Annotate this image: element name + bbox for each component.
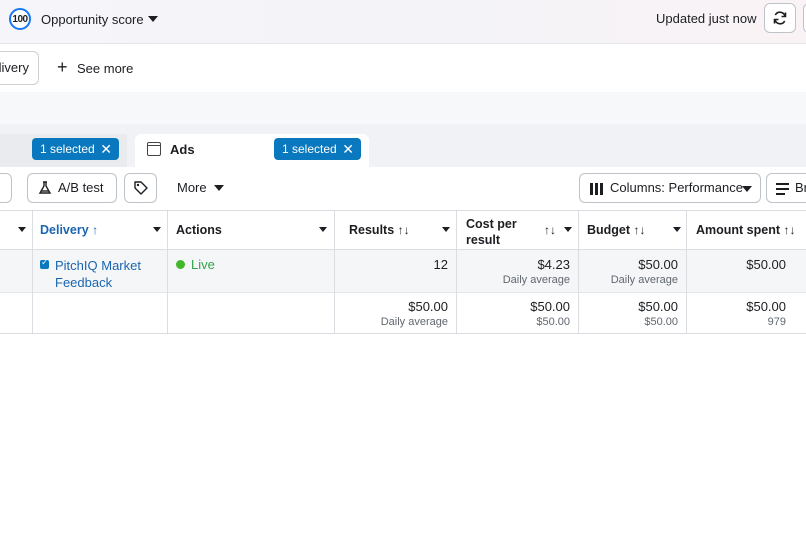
ads-icon [147, 142, 161, 156]
close-icon[interactable]: ✕ [342, 138, 354, 160]
chevron-down-icon[interactable] [442, 227, 450, 232]
chevron-down-icon[interactable] [153, 227, 161, 232]
budget-subtext: Daily average [610, 274, 678, 286]
flask-icon [38, 181, 52, 194]
ab-test-button[interactable]: A/B test [27, 173, 117, 203]
toolbar: A/B test More Columns: Performance Br [0, 167, 806, 210]
col-cost-label-2: result [466, 233, 501, 247]
sort-icon: ↑↓ [783, 223, 796, 237]
cost-value: $4.23 [537, 257, 570, 272]
column-divider [578, 210, 579, 334]
opportunity-score-label[interactable]: Opportunity score [41, 12, 144, 27]
ad-name-link[interactable]: PitchIQ Market Feedback [55, 257, 141, 291]
total-budget-value: $50.00 [638, 299, 678, 314]
column-divider [334, 210, 335, 334]
amount-spent-value: $50.00 [746, 257, 786, 272]
tab-ads-label: Ads [170, 142, 195, 157]
breakdown-icon [776, 183, 789, 195]
ad-name-line-1: PitchIQ Market [55, 258, 141, 273]
delivery-filter-chip[interactable]: livery [0, 51, 39, 85]
breakdown-label: Br [795, 180, 806, 195]
column-divider [32, 210, 33, 334]
results-value: 12 [433, 257, 448, 272]
col-cost-per-result[interactable]: Cost per result [466, 216, 517, 254]
total-cost-value: $50.00 [530, 299, 570, 314]
total-spent-value: $50.00 [746, 299, 786, 314]
total-budget-subtext: $50.00 [644, 316, 678, 328]
chevron-down-icon[interactable] [564, 227, 572, 232]
col-budget-label: Budget [587, 223, 631, 237]
top-bar: 100 Opportunity score Updated just now [0, 0, 806, 44]
column-divider [686, 210, 687, 334]
chevron-down-icon[interactable] [148, 16, 158, 22]
edit-button[interactable] [0, 173, 12, 203]
sort-ascending-icon: ↑ [92, 223, 99, 237]
see-more-label: See more [77, 61, 134, 76]
cost-subtext: Daily average [502, 274, 570, 286]
updated-status: Updated just now [656, 11, 757, 26]
opportunity-score-icon[interactable]: 100 [9, 8, 31, 30]
col-delivery-label: Delivery [40, 223, 89, 237]
more-button[interactable]: More [177, 180, 224, 195]
status-badge: Live [191, 257, 215, 272]
column-divider [456, 210, 457, 334]
columns-label: Columns: Performance [610, 180, 743, 195]
tag-icon [134, 181, 148, 195]
sort-icon[interactable]: ↑↓ [544, 223, 556, 237]
ad-sets-selected-pill[interactable]: 1 selected ✕ [32, 138, 119, 160]
row-checkbox[interactable]: ✓ [40, 257, 49, 269]
total-results-subtext: Daily average [380, 316, 448, 328]
chevron-down-icon[interactable] [18, 227, 26, 232]
sort-icon: ↑↓ [397, 223, 410, 237]
more-label: More [177, 180, 207, 195]
total-results-value: $50.00 [408, 299, 448, 314]
selected-count: 1 selected [40, 142, 95, 156]
ad-name-line-2: Feedback [55, 275, 113, 290]
ab-test-label: A/B test [58, 180, 104, 195]
plus-icon: + [57, 57, 68, 77]
col-amount-spent-label: Amount spent [696, 223, 781, 237]
spacer [0, 92, 806, 124]
total-cost-subtext: $50.00 [536, 316, 570, 328]
col-actions-label: Actions [176, 223, 222, 237]
breakdown-button[interactable]: Br [766, 173, 806, 203]
chevron-down-icon[interactable] [673, 227, 681, 232]
columns-icon [590, 183, 603, 195]
ads-selected-pill[interactable]: 1 selected ✕ [274, 138, 361, 160]
col-results-label: Results [349, 223, 395, 237]
filter-bar: livery + See more [0, 44, 806, 92]
live-status-dot-icon [176, 260, 185, 269]
selected-count: 1 selected [282, 142, 337, 156]
refresh-button[interactable] [764, 3, 796, 33]
refresh-icon [773, 11, 787, 25]
chevron-down-icon [742, 186, 752, 192]
column-divider [167, 210, 168, 334]
tag-button[interactable] [124, 173, 157, 203]
chevron-down-icon[interactable] [319, 227, 327, 232]
budget-value: $50.00 [638, 257, 678, 272]
col-cost-label-1: Cost per [466, 217, 517, 231]
total-spent-subtext: 979 [767, 316, 786, 328]
close-icon[interactable]: ✕ [100, 138, 112, 160]
chevron-down-icon [214, 185, 224, 191]
check-icon: ✓ [41, 257, 49, 267]
columns-performance-button[interactable]: Columns: Performance [579, 173, 761, 203]
sort-icon: ↑↓ [633, 223, 646, 237]
